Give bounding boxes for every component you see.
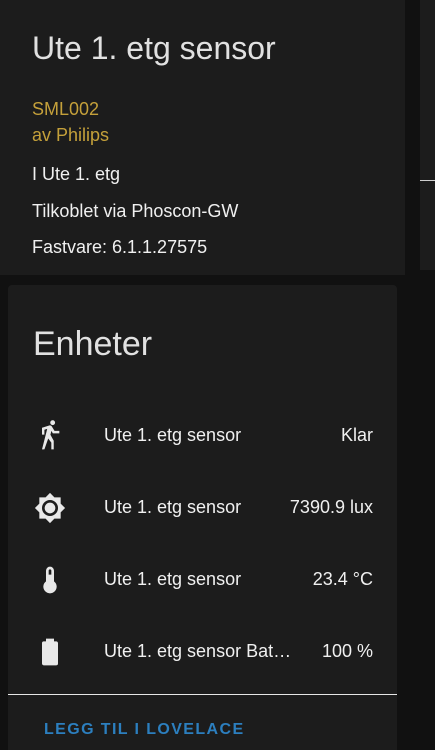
device-model: SML002 [32,99,100,119]
device-area: I Ute 1. etg [32,164,121,184]
device-firmware: Fastvare: 6.1.1.27575 [32,237,208,257]
thermometer-icon [34,564,66,596]
entity-row-illuminance[interactable]: Ute 1. etg sensor 7390.9 lux [8,483,397,533]
adjacent-card-edge [420,0,435,270]
entities-title: Enheter [33,325,153,363]
entity-name: Ute 1. etg sensor [104,425,242,445]
entity-state: 23.4 °C [312,569,373,589]
add-to-lovelace-button[interactable]: LEGG TIL I LOVELACE [32,715,257,745]
entity-name: Ute 1. etg sensor Bat… [104,641,292,661]
device-title: Ute 1. etg sensor [32,30,276,66]
entity-name: Ute 1. etg sensor [104,497,242,517]
entity-name: Ute 1. etg sensor [104,569,242,589]
device-manufacturer: av Philips [32,125,110,145]
entity-row-temperature[interactable]: Ute 1. etg sensor 23.4 °C [8,555,397,605]
device-info-card: Ute 1. etg sensor SML002 av Philips I Ut… [0,0,405,275]
entity-row-motion[interactable]: Ute 1. etg sensor Klar [8,411,397,461]
entity-state: Klar [340,425,373,445]
brightness-icon [34,492,66,524]
entity-row-battery[interactable]: Ute 1. etg sensor Bat… 100 % [8,627,397,677]
entity-state: 100 % [321,641,373,661]
walk-icon [34,420,66,452]
card-actions-divider [8,694,397,695]
adjacent-card-divider [420,180,435,181]
entities-card: Enheter Ute 1. etg sensor Klar Ute 1. et… [8,285,397,750]
entity-state: 7390.9 lux [289,497,373,517]
device-connected-via: Tilkoblet via Phoscon-GW [32,201,239,221]
device-page: Ute 1. etg sensor SML002 av Philips I Ut… [0,0,435,750]
battery-icon [34,636,66,668]
